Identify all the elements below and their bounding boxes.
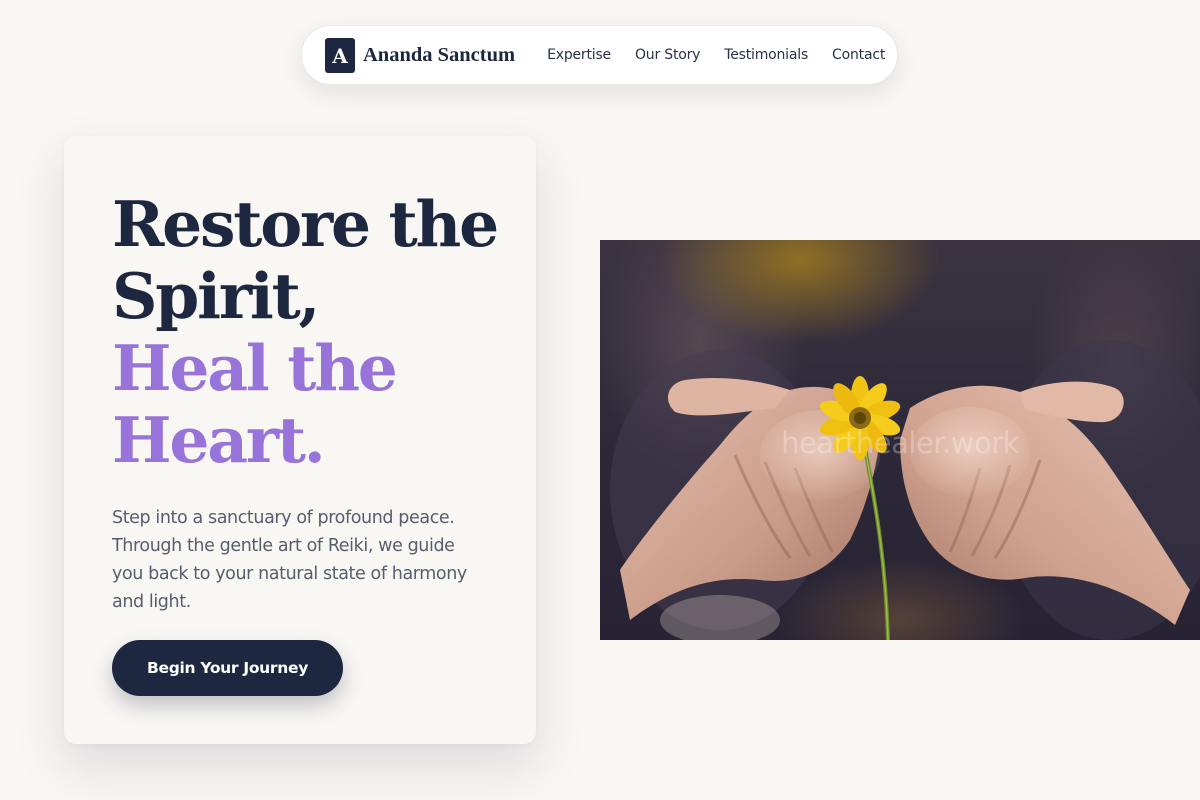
top-navigation: A Ananda Sanctum Expertise Our Story Tes… (301, 25, 898, 85)
nav-link-testimonials[interactable]: Testimonials (724, 47, 808, 63)
hero-photo: hearthealer.work (600, 240, 1200, 640)
hero-headline: Restore the Spirit, Heal the Heart. (112, 187, 499, 477)
nav-link-our-story[interactable]: Our Story (635, 47, 700, 63)
brand-name: Ananda Sanctum (363, 43, 516, 66)
hero-card: Restore the Spirit, Heal the Heart. Step… (64, 136, 536, 744)
headline-line-heal: Heal the (112, 331, 398, 405)
nav-links: Expertise Our Story Testimonials Contact (547, 47, 885, 63)
hero-lead-paragraph: Step into a sanctuary of profound peace.… (112, 508, 467, 612)
begin-journey-button[interactable]: Begin Your Journey (112, 640, 343, 696)
photo-watermark: hearthealer.work (781, 426, 1019, 460)
headline-line-spirit: Spirit, (112, 259, 320, 333)
nav-link-contact[interactable]: Contact (832, 47, 885, 63)
logo-mark-icon: A (325, 37, 355, 73)
headline-line-restore: Restore the (112, 187, 499, 261)
nav-link-expertise[interactable]: Expertise (547, 47, 611, 63)
brand-home-link[interactable]: A Ananda Sanctum (325, 37, 516, 73)
headline-line-heart: Heart. (112, 403, 326, 477)
